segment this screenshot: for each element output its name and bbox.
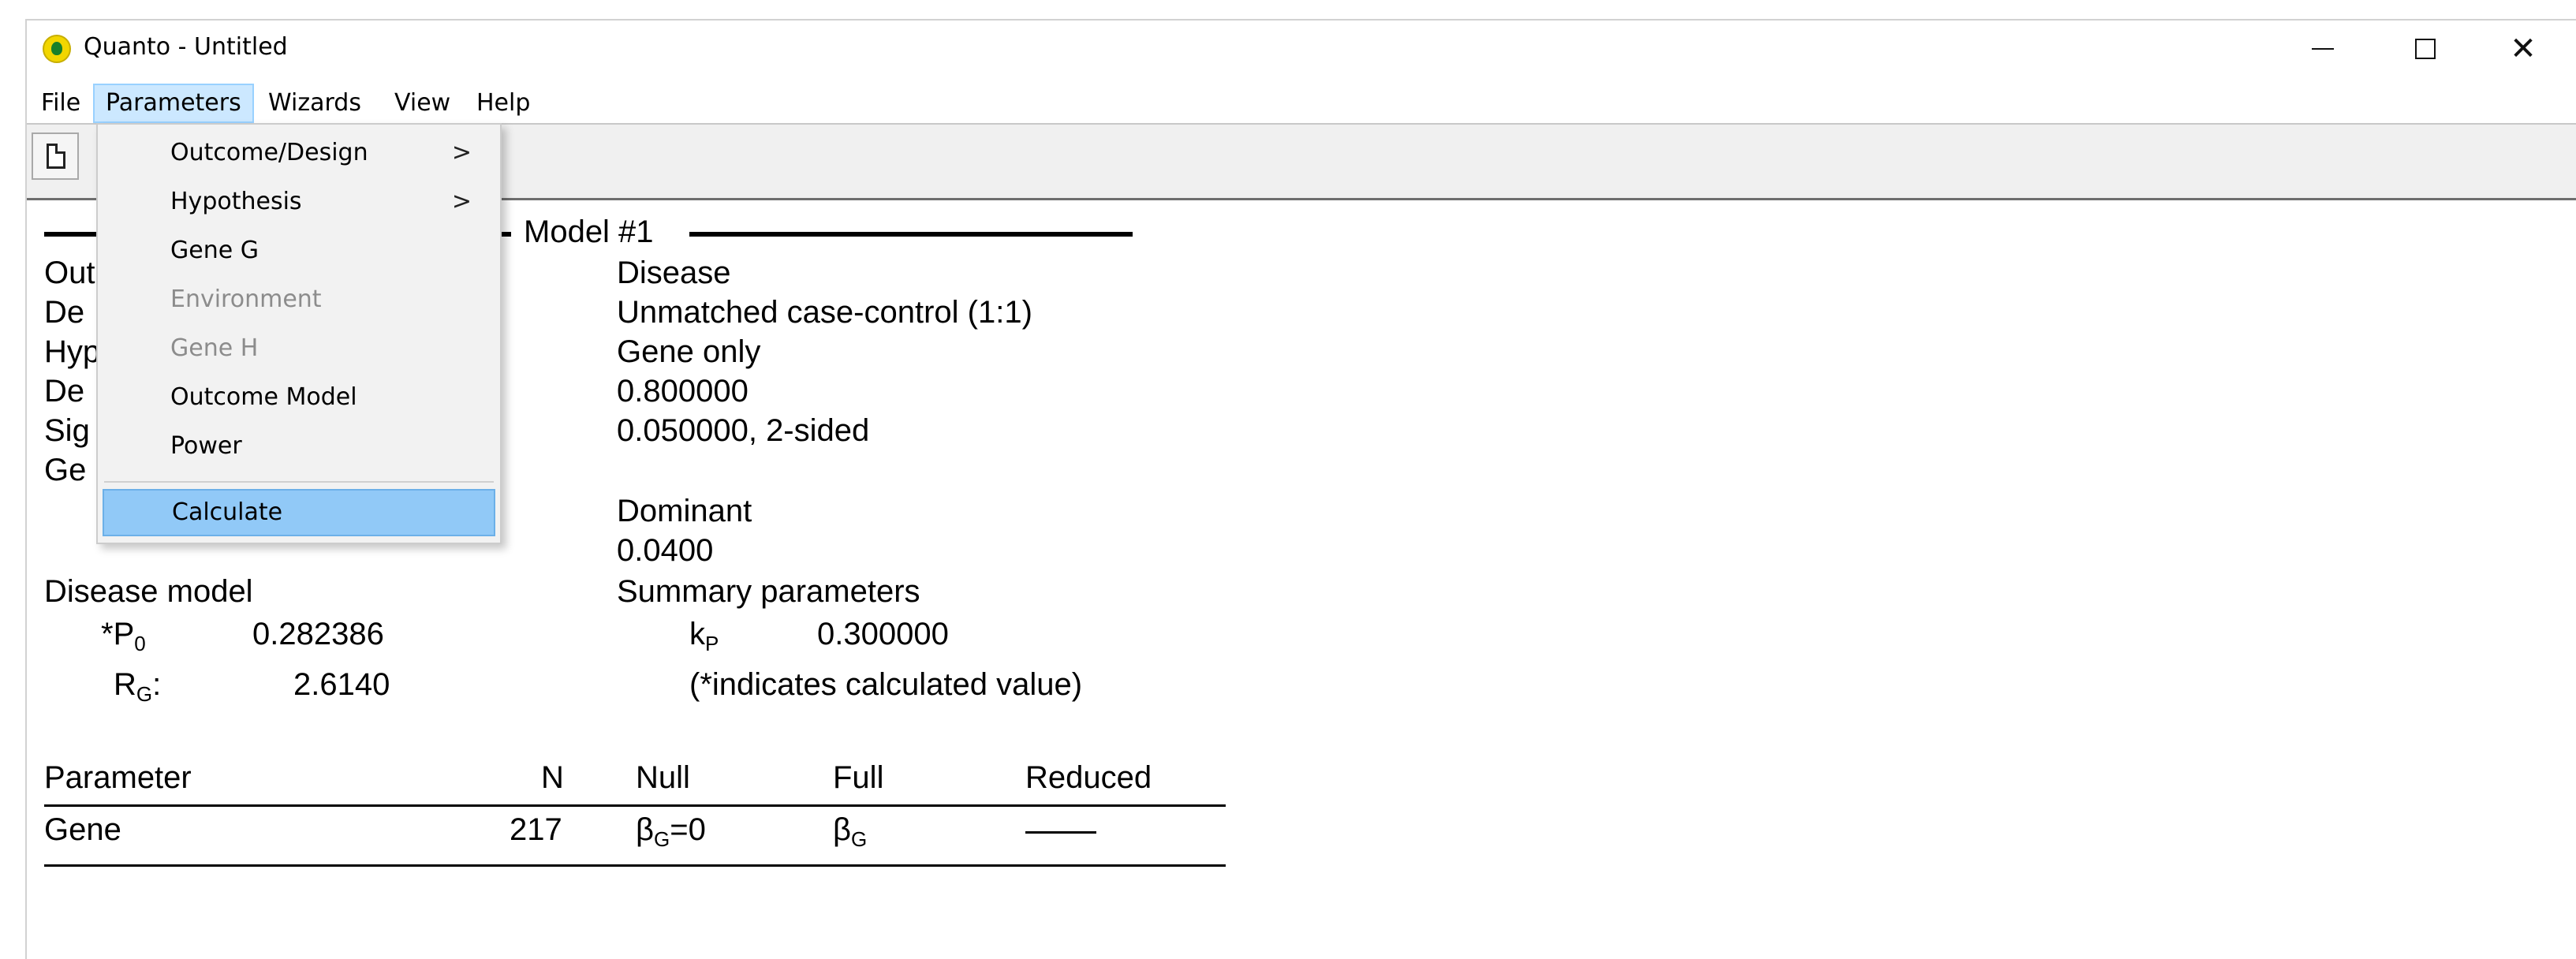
row-null: βG=0 bbox=[636, 812, 706, 851]
menu-item-hypothesis[interactable]: Hypothesis > bbox=[103, 178, 495, 226]
hypothesis-label: Hyp bbox=[44, 334, 101, 369]
app-window: Quanto - Untitled ✕ File Parameters Wiza… bbox=[25, 19, 2576, 959]
desired-power-value: 0.800000 bbox=[617, 374, 749, 409]
menu-wizards[interactable]: Wizards bbox=[257, 84, 372, 123]
chevron-right-icon: > bbox=[451, 139, 472, 166]
row-full: βG bbox=[833, 812, 868, 851]
design-value: Unmatched case-control (1:1) bbox=[617, 295, 1032, 330]
rg-label: RG: bbox=[114, 667, 162, 706]
rg-value: 2.6140 bbox=[293, 667, 390, 702]
row-n: 217 bbox=[510, 812, 562, 847]
menu-item-gene-h: Gene H bbox=[170, 334, 259, 362]
gene-label: Ge bbox=[44, 453, 87, 487]
summary-parameters-label: Summary parameters bbox=[617, 574, 920, 609]
close-button[interactable]: ✕ bbox=[2472, 21, 2574, 77]
menu-item-environment: Environment bbox=[170, 285, 322, 313]
calculated-value-note: (*indicates calculated value) bbox=[689, 667, 1083, 702]
model-header-rule bbox=[689, 232, 1133, 237]
chevron-right-icon: > bbox=[451, 188, 472, 215]
menu-item-label: Outcome/Design bbox=[170, 139, 368, 166]
maximize-icon bbox=[2415, 39, 2436, 59]
menu-view[interactable]: View bbox=[383, 84, 461, 123]
outcome-value: Disease bbox=[617, 256, 731, 290]
menu-file[interactable]: File bbox=[30, 84, 91, 123]
hypothesis-value: Gene only bbox=[617, 334, 761, 369]
results-header-parameter: Parameter bbox=[44, 760, 192, 795]
design-label: De bbox=[44, 295, 85, 330]
title-bar: Quanto - Untitled ✕ bbox=[27, 21, 2576, 77]
menu-item-outcome-model[interactable]: Outcome Model bbox=[103, 374, 495, 421]
results-header-n: N bbox=[541, 760, 564, 795]
new-document-button[interactable] bbox=[32, 132, 79, 180]
disease-model-label: Disease model bbox=[44, 574, 253, 609]
kp-label: kP bbox=[689, 617, 719, 655]
desired-power-label: De bbox=[44, 374, 85, 409]
row-parameter: Gene bbox=[44, 812, 121, 847]
menu-help[interactable]: Help bbox=[465, 84, 541, 123]
kp-value: 0.300000 bbox=[817, 617, 949, 651]
row-reduced-dash bbox=[1025, 831, 1096, 834]
window-title: Quanto - Untitled bbox=[84, 33, 288, 61]
p0-label: *P0 bbox=[101, 617, 146, 655]
menu-separator bbox=[104, 481, 494, 483]
parameters-dropdown-menu: Outcome/Design > Hypothesis > Gene G Env… bbox=[96, 123, 502, 544]
significance-label: Sig bbox=[44, 413, 90, 448]
menu-item-power[interactable]: Power bbox=[103, 423, 495, 470]
results-header-full: Full bbox=[833, 760, 884, 795]
model-title: Model #1 bbox=[524, 215, 654, 249]
menu-item-gene-g[interactable]: Gene G bbox=[103, 227, 495, 274]
results-table-rule bbox=[44, 864, 1226, 867]
menu-item-calculate[interactable]: Calculate bbox=[103, 489, 495, 536]
results-header-null: Null bbox=[636, 760, 690, 795]
p0-value: 0.282386 bbox=[252, 617, 384, 651]
menu-item-label: Hypothesis bbox=[170, 188, 302, 215]
app-icon bbox=[43, 35, 71, 63]
results-table-rule bbox=[44, 804, 1226, 807]
gene-mode-value: Dominant bbox=[617, 494, 752, 528]
menu-item-outcome-design[interactable]: Outcome/Design > bbox=[103, 129, 495, 177]
allele-frequency-value: 0.0400 bbox=[617, 533, 714, 568]
menu-parameters[interactable]: Parameters bbox=[93, 84, 254, 123]
minimize-button[interactable] bbox=[2272, 21, 2374, 77]
significance-value: 0.050000, 2-sided bbox=[617, 413, 870, 448]
menu-bar: File Parameters Wizards View Help bbox=[27, 82, 2576, 123]
maximize-button[interactable] bbox=[2374, 21, 2477, 77]
close-icon: ✕ bbox=[2510, 31, 2537, 67]
new-document-icon bbox=[47, 144, 65, 169]
results-header-reduced: Reduced bbox=[1025, 760, 1152, 795]
outcome-label: Out bbox=[44, 256, 95, 290]
minimize-icon bbox=[2312, 48, 2334, 50]
